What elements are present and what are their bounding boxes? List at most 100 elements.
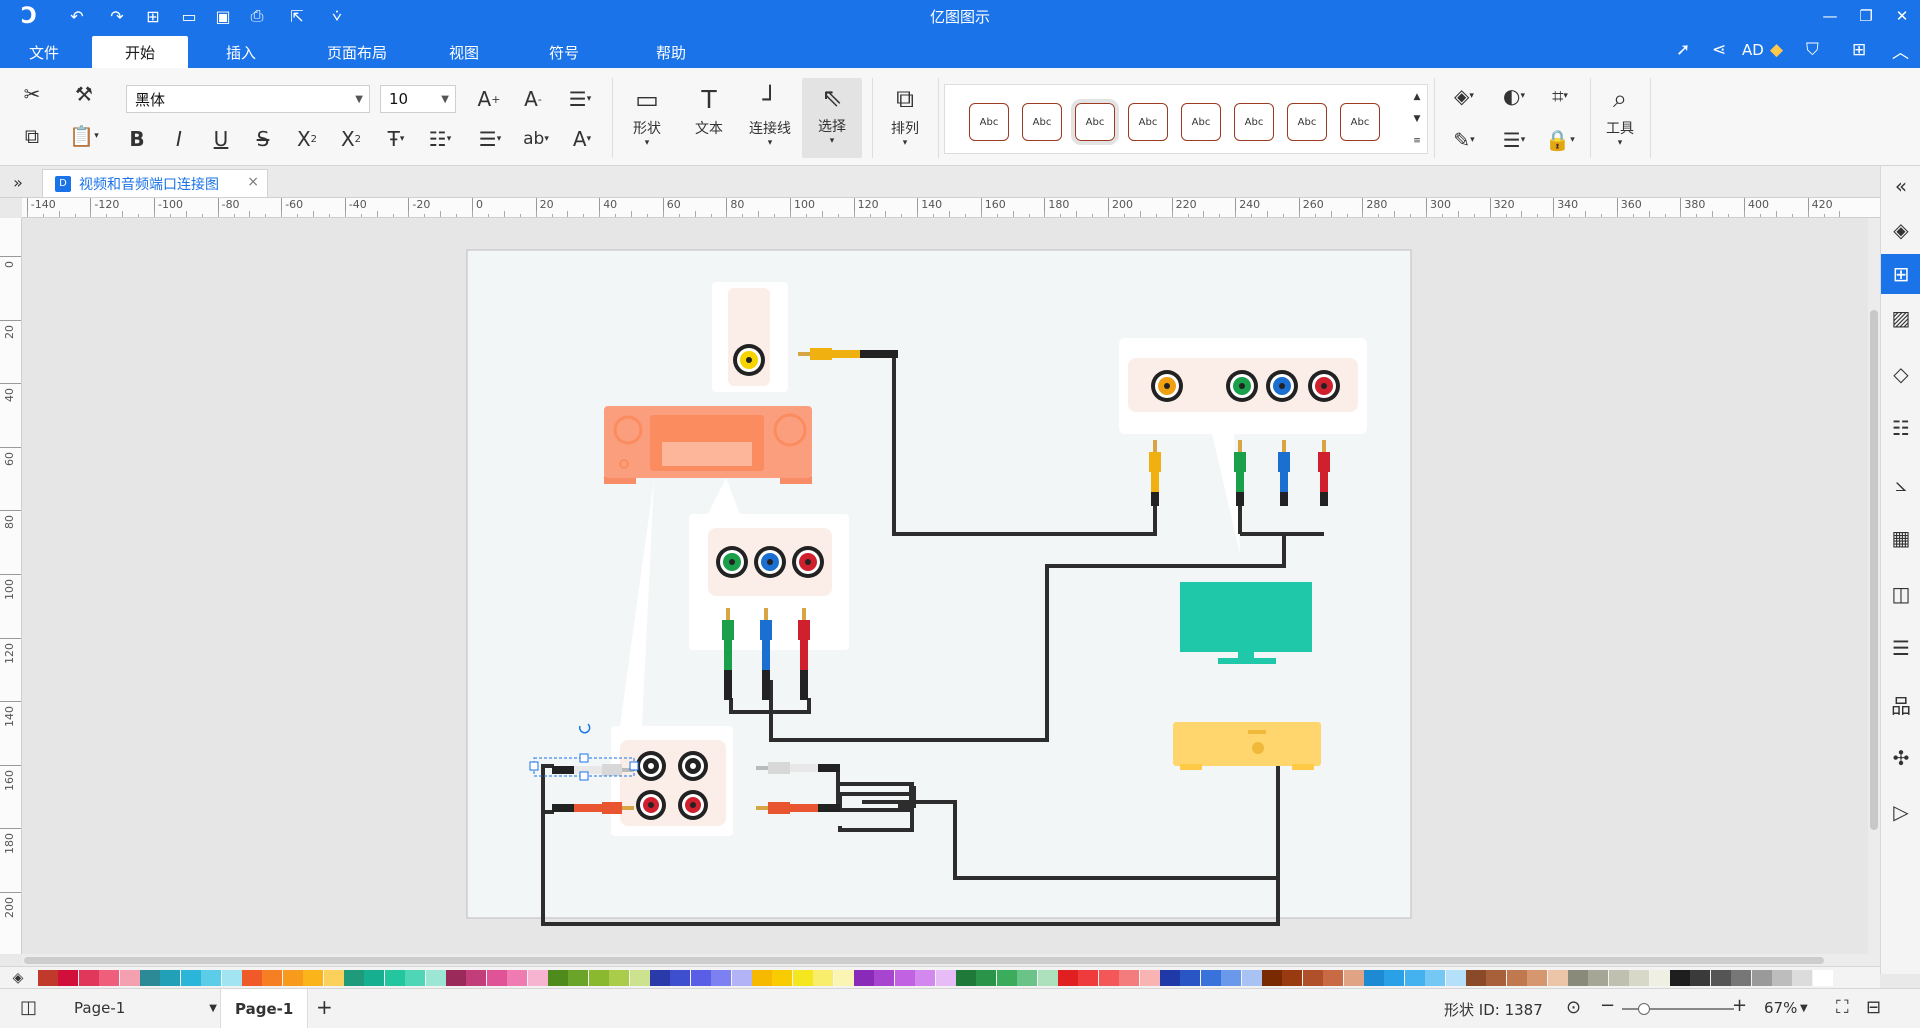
color-swatch[interactable] bbox=[1812, 970, 1833, 986]
color-swatch[interactable] bbox=[548, 970, 568, 986]
color-swatch[interactable] bbox=[813, 970, 834, 986]
color-swatch[interactable] bbox=[38, 970, 58, 986]
style-swatch[interactable]: Abc bbox=[1022, 103, 1062, 141]
zoom-out-icon[interactable]: − bbox=[1600, 995, 1615, 1016]
color-swatch[interactable] bbox=[1710, 970, 1731, 986]
color-swatch[interactable] bbox=[1302, 970, 1323, 986]
style-swatch[interactable]: Abc bbox=[1234, 103, 1274, 141]
gallery-up-icon[interactable]: ▲ bbox=[1409, 87, 1425, 107]
color-swatch[interactable] bbox=[507, 970, 528, 986]
font-color-icon[interactable]: A ▾ bbox=[562, 126, 602, 152]
zoom-slider[interactable] bbox=[1622, 1003, 1734, 1015]
color-swatch[interactable] bbox=[1119, 970, 1140, 986]
color-swatch[interactable] bbox=[1690, 970, 1711, 986]
color-swatch[interactable] bbox=[1466, 970, 1486, 986]
color-swatch[interactable] bbox=[384, 970, 405, 986]
vertical-scrollbar[interactable] bbox=[1868, 218, 1880, 954]
color-swatch[interactable] bbox=[1160, 970, 1180, 986]
color-swatch[interactable] bbox=[425, 970, 446, 986]
color-swatch[interactable] bbox=[242, 970, 262, 986]
color-swatch[interactable] bbox=[1364, 970, 1384, 986]
expand-panel-icon[interactable]: » bbox=[6, 170, 30, 194]
user-initials[interactable]: AD bbox=[1742, 38, 1764, 62]
format-painter-icon[interactable]: ⚒ bbox=[70, 80, 98, 108]
font-size-select[interactable]: 10 ▼ bbox=[380, 85, 456, 113]
color-swatch[interactable] bbox=[446, 970, 466, 986]
new-file-icon[interactable]: ⊞ bbox=[140, 4, 166, 28]
color-swatch[interactable] bbox=[915, 970, 936, 986]
color-swatch[interactable] bbox=[201, 970, 222, 986]
line-spacing-icon[interactable]: ☷ ▾ bbox=[420, 126, 460, 152]
color-swatch[interactable] bbox=[1588, 970, 1609, 986]
color-swatch[interactable] bbox=[99, 970, 120, 986]
increase-font-icon[interactable]: A + bbox=[474, 84, 504, 114]
menu-tab-2[interactable]: 插入 bbox=[206, 36, 276, 68]
mindmap-icon[interactable]: ✣ bbox=[1881, 738, 1920, 778]
superscript-icon[interactable]: X2 bbox=[292, 126, 322, 152]
save-icon[interactable]: ▣ bbox=[210, 4, 236, 28]
bold-icon[interactable]: B bbox=[124, 126, 150, 152]
color-swatch[interactable] bbox=[364, 970, 385, 986]
gallery-more-icon[interactable]: ≡ bbox=[1409, 131, 1425, 151]
page-selector[interactable]: Page-1 ▼ bbox=[74, 999, 217, 1017]
color-swatch[interactable] bbox=[1772, 970, 1792, 986]
color-swatch[interactable] bbox=[262, 970, 283, 986]
color-swatch[interactable] bbox=[894, 970, 915, 986]
symbol-library-icon[interactable]: ⊞ bbox=[1881, 254, 1920, 294]
chevron-down-icon[interactable]: ▼ bbox=[1800, 1003, 1808, 1014]
color-swatch[interactable] bbox=[792, 970, 813, 986]
add-page-icon[interactable]: + bbox=[316, 995, 333, 1019]
color-swatch[interactable] bbox=[1098, 970, 1119, 986]
menu-tab-1[interactable]: 开始 bbox=[92, 36, 188, 68]
color-swatch[interactable] bbox=[670, 970, 691, 986]
color-swatch[interactable] bbox=[1629, 970, 1650, 986]
italic-icon[interactable]: I bbox=[166, 126, 192, 152]
color-swatch[interactable] bbox=[976, 970, 997, 986]
color-swatch[interactable] bbox=[1017, 970, 1038, 986]
underline-icon[interactable]: U bbox=[208, 126, 234, 152]
bullet-list-icon[interactable]: ☰ ▾ bbox=[470, 126, 510, 152]
color-swatch[interactable] bbox=[344, 970, 364, 986]
line-style-icon[interactable]: ☰ ▾ bbox=[1494, 126, 1534, 154]
color-swatch[interactable] bbox=[160, 970, 181, 986]
paste-icon[interactable]: 📋 ▾ bbox=[64, 122, 104, 150]
color-swatch[interactable] bbox=[1649, 970, 1670, 986]
color-swatch[interactable] bbox=[486, 970, 507, 986]
color-swatch[interactable] bbox=[1323, 970, 1344, 986]
gallery-down-icon[interactable]: ▼ bbox=[1409, 109, 1425, 129]
color-swatch[interactable] bbox=[854, 970, 874, 986]
color-swatch[interactable] bbox=[527, 970, 548, 986]
color-swatch[interactable] bbox=[1221, 970, 1242, 986]
page-panel-icon[interactable]: ◫ bbox=[20, 997, 37, 1018]
chart-icon[interactable]: ⦣ bbox=[1881, 464, 1920, 504]
zoom-slider-thumb[interactable] bbox=[1638, 1003, 1650, 1015]
color-swatch[interactable] bbox=[772, 970, 793, 986]
zoom-level[interactable]: 67% bbox=[1764, 999, 1797, 1017]
text-button[interactable]: T 文本 bbox=[684, 80, 734, 156]
apps-grid-icon[interactable]: ⊞ bbox=[1852, 38, 1866, 62]
no-fill-icon[interactable]: ◈ bbox=[8, 968, 28, 988]
tools-button[interactable]: ⌕ 工具 ▾ bbox=[1596, 80, 1644, 156]
color-swatch[interactable] bbox=[833, 970, 854, 986]
decrease-font-icon[interactable]: A- bbox=[518, 84, 548, 114]
color-swatch[interactable] bbox=[956, 970, 976, 986]
vip-diamond-icon[interactable]: ◆ bbox=[1770, 38, 1783, 62]
page-layout-icon[interactable]: ◫ bbox=[1881, 574, 1920, 614]
gantt-icon[interactable]: ☰ bbox=[1881, 628, 1920, 668]
color-swatch[interactable] bbox=[1404, 970, 1425, 986]
menu-tab-4[interactable]: 视图 bbox=[434, 36, 494, 68]
collapse-panel-icon[interactable]: « bbox=[1881, 166, 1920, 206]
style-swatch[interactable]: Abc bbox=[1181, 103, 1221, 141]
strikethrough-icon[interactable]: S bbox=[250, 126, 276, 152]
color-swatch[interactable] bbox=[1527, 970, 1548, 986]
color-swatch[interactable] bbox=[935, 970, 956, 986]
menu-tab-0[interactable]: 文件 bbox=[16, 36, 72, 68]
color-swatch[interactable] bbox=[588, 970, 609, 986]
theme-shirt-icon[interactable]: ⛉ bbox=[1806, 38, 1819, 62]
style-swatch[interactable]: Abc bbox=[1287, 103, 1327, 141]
horizontal-scrollbar[interactable] bbox=[22, 954, 1880, 966]
menu-tab-5[interactable]: 符号 bbox=[534, 36, 594, 68]
color-swatch[interactable] bbox=[1486, 970, 1507, 986]
print-icon[interactable]: ⎙ bbox=[244, 4, 270, 28]
color-swatch[interactable] bbox=[1547, 970, 1568, 986]
